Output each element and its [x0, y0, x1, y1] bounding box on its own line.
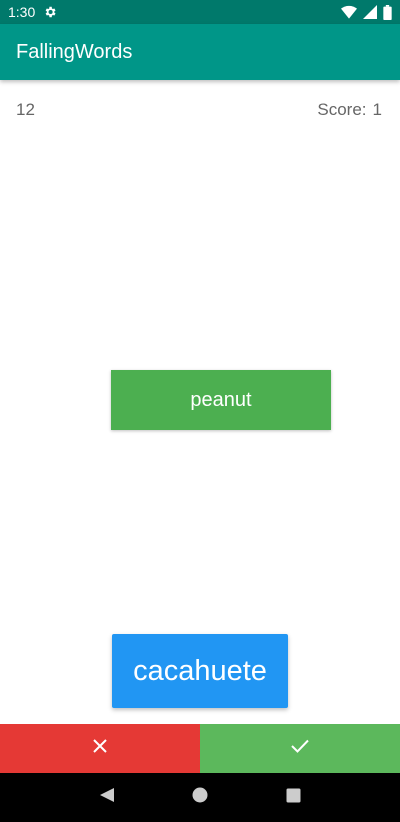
- recents-button[interactable]: [273, 778, 313, 818]
- target-word-button[interactable]: cacahuete: [112, 634, 288, 708]
- wrong-answer-button[interactable]: [0, 724, 200, 773]
- home-icon: [192, 787, 208, 808]
- gear-icon: [43, 5, 57, 19]
- battery-icon: [383, 4, 392, 20]
- signal-icon: [363, 5, 377, 19]
- screen: 1:30 FallingWords 12 Score: 1 peanut cac…: [0, 0, 400, 822]
- wifi-icon: [341, 5, 357, 19]
- round-counter: 12: [16, 100, 35, 119]
- close-icon: [93, 739, 107, 758]
- status-right: [341, 4, 392, 20]
- status-time: 1:30: [8, 4, 36, 20]
- target-word-text: cacahuete: [133, 654, 267, 687]
- status-left: 1:30: [8, 4, 57, 20]
- home-button[interactable]: [180, 778, 220, 818]
- recents-icon: [286, 788, 301, 808]
- app-title: FallingWords: [16, 40, 133, 63]
- back-button[interactable]: [87, 778, 127, 818]
- score-label: Score:: [317, 100, 367, 119]
- falling-word-card: peanut: [111, 370, 331, 430]
- score-display: Score: 1: [317, 100, 382, 120]
- navigation-bar: [0, 773, 400, 822]
- check-icon: [291, 739, 309, 758]
- app-bar: FallingWords: [0, 24, 400, 80]
- falling-word-text: peanut: [190, 388, 252, 411]
- status-bar: 1:30: [0, 0, 400, 24]
- score-value: 1: [372, 100, 382, 119]
- back-icon: [99, 787, 115, 808]
- correct-answer-button[interactable]: [200, 724, 400, 773]
